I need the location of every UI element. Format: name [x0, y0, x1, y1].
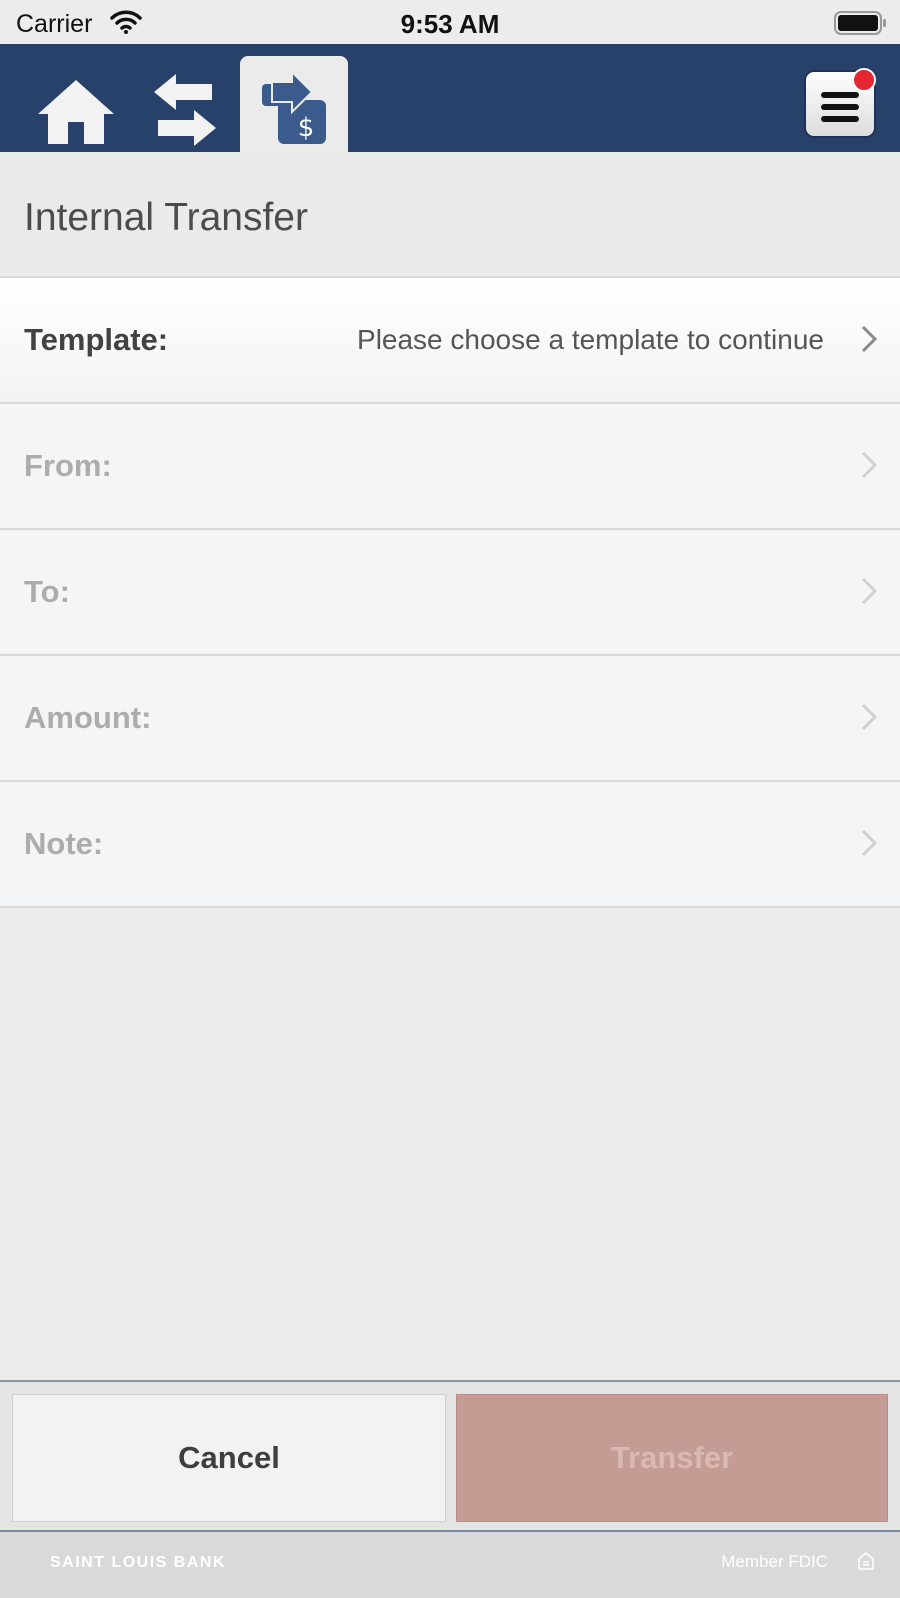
notification-badge [852, 68, 876, 92]
chevron-right-icon [860, 324, 878, 359]
chevron-right-icon [860, 576, 878, 611]
chevron-right-icon [860, 702, 878, 737]
from-row[interactable]: From: [0, 404, 900, 530]
transfer-arrows-icon[interactable] [154, 74, 216, 151]
note-label: Note: [24, 826, 104, 861]
chevron-right-icon [860, 450, 878, 485]
top-nav-bar: $ [0, 44, 900, 152]
template-value: Please choose a template to continue [357, 324, 824, 355]
page-title: Internal Transfer [24, 196, 308, 239]
to-label: To: [24, 574, 70, 609]
from-label: From: [24, 448, 112, 483]
cancel-button[interactable]: Cancel [12, 1394, 446, 1522]
bank-logo-text: SAINT LOUIS BANK [50, 1554, 226, 1571]
to-row[interactable]: To: [0, 530, 900, 656]
menu-icon [821, 92, 859, 127]
footer: SAINT LOUIS BANK Member FDIC [0, 1532, 900, 1598]
amount-label: Amount: [24, 700, 152, 735]
status-bar: Carrier 9:53 AM [0, 0, 900, 44]
page-header: Internal Transfer [0, 152, 900, 278]
transfer-dollar-icon: $ [262, 69, 328, 149]
home-icon[interactable] [36, 76, 116, 151]
equal-housing-icon [858, 1552, 874, 1575]
amount-row[interactable]: Amount: [0, 656, 900, 782]
member-fdic-text: Member FDIC [721, 1552, 828, 1571]
note-row[interactable]: Note: [0, 782, 900, 908]
transfer-form: Template: Please choose a template to co… [0, 278, 900, 908]
transfer-button[interactable]: Transfer [456, 1394, 888, 1522]
svg-text:$: $ [298, 113, 315, 143]
clock: 9:53 AM [400, 9, 500, 39]
battery-icon [834, 11, 888, 40]
tab-internal-transfer[interactable]: $ [240, 56, 348, 152]
template-row[interactable]: Template: Please choose a template to co… [0, 278, 900, 404]
template-label: Template: [24, 322, 169, 357]
action-bar: Cancel Transfer [0, 1380, 900, 1532]
chevron-right-icon [860, 828, 878, 863]
